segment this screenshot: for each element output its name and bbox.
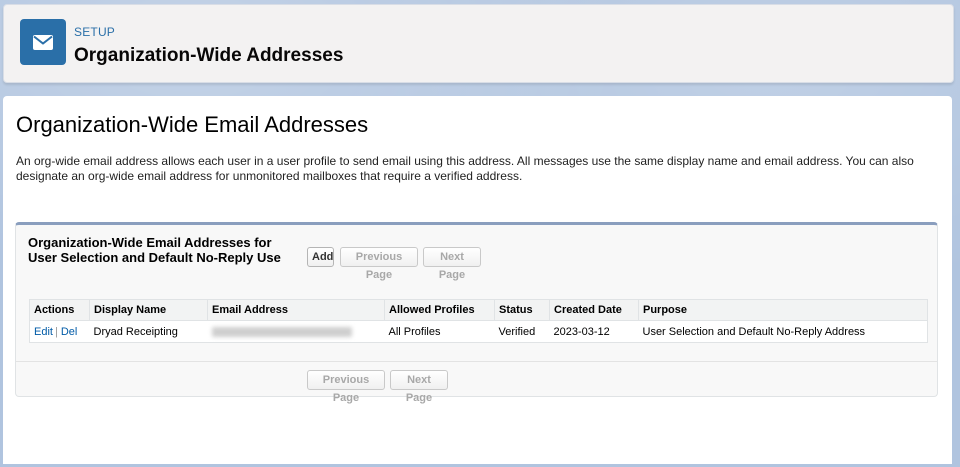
previous-page-button-top[interactable]: Previous Page	[340, 247, 418, 281]
column-header-actions: Actions	[30, 300, 90, 321]
block-title: Organization-Wide Email Addresses for Us…	[28, 235, 281, 265]
next-page-button-top[interactable]: Next Page	[423, 247, 481, 281]
section-heading: Organization-Wide Email Addresses	[16, 112, 369, 137]
purpose-cell: User Selection and Default No-Reply Addr…	[642, 325, 866, 338]
addresses-table: Actions Display Name Email Address Allow…	[29, 299, 928, 343]
allowed-profiles-cell: All Profiles	[388, 325, 441, 338]
status-cell: Verified	[498, 325, 536, 338]
redacted-email	[211, 326, 352, 337]
table-row: Edit | Del Dryad Receipting All Profiles V…	[30, 321, 927, 343]
block-footer-divider	[16, 361, 937, 362]
column-header-allowed-profiles: Allowed Profiles	[384, 300, 495, 321]
addresses-block: Organization-Wide Email Addresses for Us…	[15, 222, 938, 404]
column-header-display-name: Display Name	[89, 300, 208, 321]
action-separator: |	[54, 325, 58, 338]
column-header-created-date: Created Date	[549, 300, 639, 321]
page-description: An org-wide email address allows each us…	[16, 154, 914, 183]
email-address-cell	[208, 321, 385, 343]
page-title: Organization-Wide Addresses	[74, 45, 344, 66]
column-header-purpose: Purpose	[638, 300, 927, 321]
next-page-button-bottom[interactable]: Next Page	[390, 370, 448, 404]
main-content: Organization-Wide Email Addresses An org…	[3, 96, 952, 464]
actions-cell: Edit | Del	[30, 321, 90, 343]
edit-link[interactable]: Edit	[34, 326, 53, 338]
previous-page-button-bottom[interactable]: Previous Page	[307, 370, 385, 404]
created-date-cell: 2023-03-12	[553, 325, 610, 338]
table-header-row: Actions Display Name Email Address Allow…	[30, 300, 927, 321]
delete-link[interactable]: Del	[61, 326, 78, 338]
add-button[interactable]: Add	[307, 247, 334, 267]
setup-header: SETUP Organization-Wide Addresses	[3, 4, 954, 83]
envelope-icon	[20, 19, 66, 65]
column-header-email-address: Email Address	[207, 300, 385, 321]
header-eyebrow: SETUP	[74, 25, 116, 39]
display-name-cell: Dryad Receipting	[93, 325, 178, 338]
column-header-status: Status	[494, 300, 550, 321]
